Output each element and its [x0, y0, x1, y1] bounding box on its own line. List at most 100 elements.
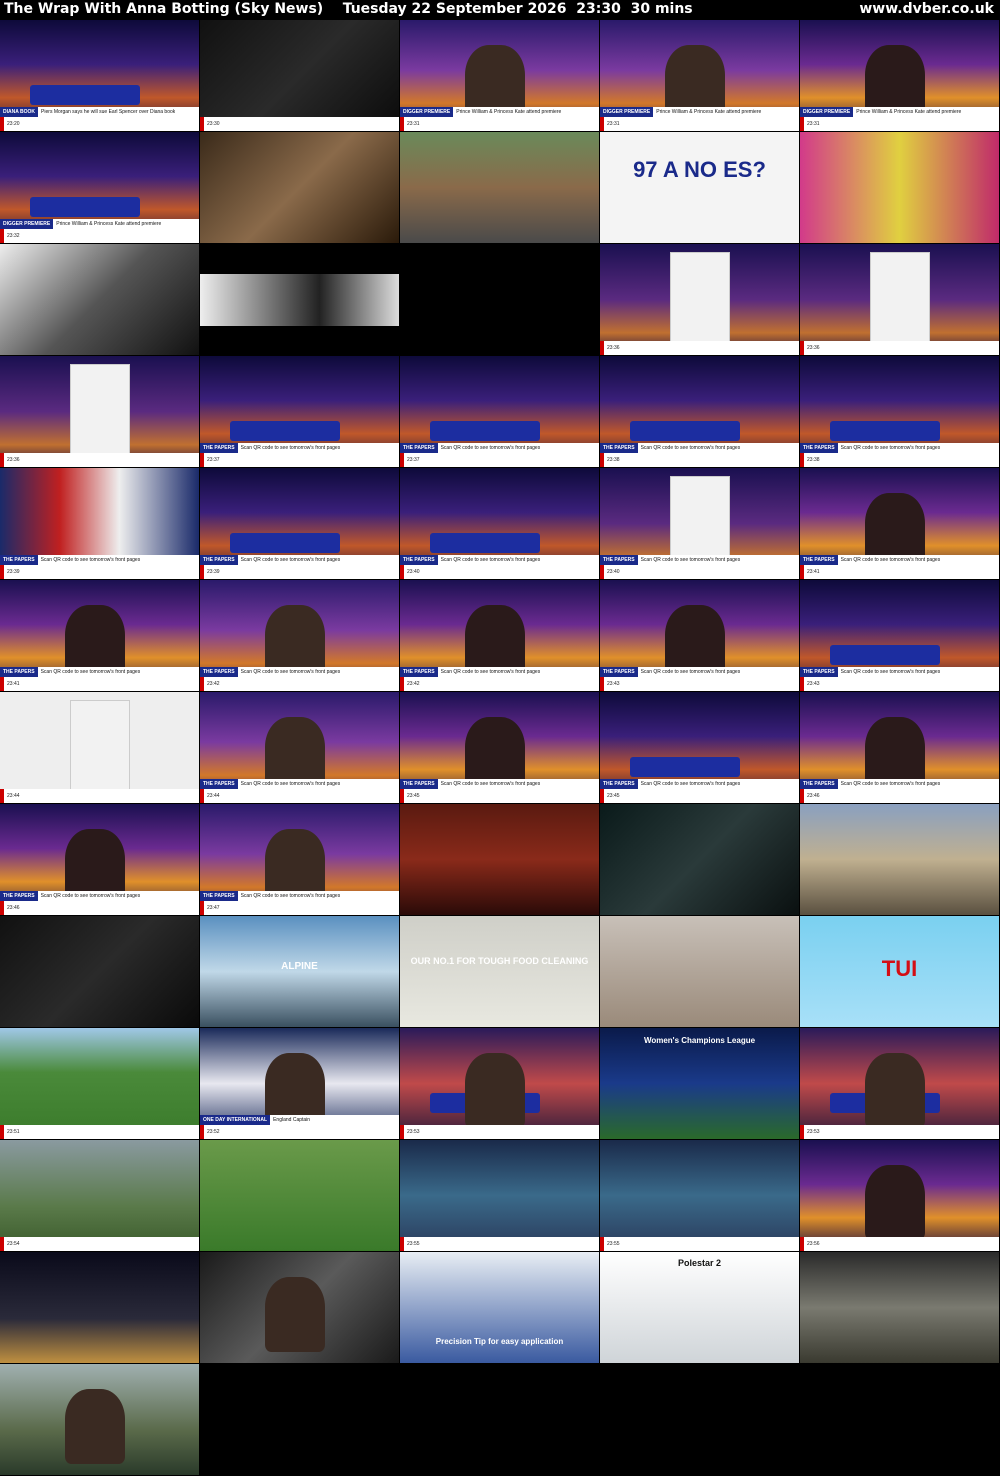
video-thumbnail[interactable]: THE PAPERS Scan QR code to see tomorrow's…: [200, 580, 399, 691]
video-thumbnail[interactable]: [800, 1252, 999, 1363]
video-thumbnail[interactable]: 23:30: [200, 20, 399, 131]
video-thumbnail[interactable]: THE PAPERS Scan QR code to see tomorrow's…: [200, 356, 399, 467]
ticker-time: 23:31: [407, 121, 420, 127]
video-thumbnail[interactable]: 97 A NO ES?: [600, 132, 799, 243]
presenter-figure: [865, 1053, 925, 1128]
video-thumbnail[interactable]: 23:36: [0, 356, 199, 467]
video-thumbnail[interactable]: THE PAPERS Scan QR code to see tomorrow's…: [600, 356, 799, 467]
ticker-time: 23:36: [807, 345, 820, 351]
video-thumbnail[interactable]: [600, 916, 799, 1027]
news-ticker: 23:36: [800, 341, 999, 355]
video-thumbnail[interactable]: THE PAPERS Scan QR code to see tomorrow's…: [200, 804, 399, 915]
lower-third-strap: THE PAPERS Scan QR code to see tomorrow's…: [200, 555, 399, 565]
presenter-figure: [465, 1053, 525, 1128]
video-thumbnail[interactable]: DIGGER PREMIERE Prince William & Princess…: [600, 20, 799, 131]
video-thumbnail[interactable]: [0, 916, 199, 1027]
video-thumbnail[interactable]: THE PAPERS Scan QR code to see tomorrow's…: [600, 468, 799, 579]
lower-third-strap: ONE DAY INTERNATIONAL England Captain: [200, 1115, 399, 1125]
news-ticker: 23:44: [0, 789, 199, 803]
thumbnail-image: [400, 132, 599, 243]
newspaper-front-page: [870, 252, 930, 342]
lower-third-strap: THE PAPERS Scan QR code to see tomorrow's…: [800, 555, 999, 565]
news-ticker: 23:31: [600, 117, 799, 131]
video-thumbnail[interactable]: DIGGER PREMIERE Prince William & Princess…: [400, 20, 599, 131]
video-thumbnail[interactable]: [400, 132, 599, 243]
video-thumbnail[interactable]: 23:36: [800, 244, 999, 355]
video-thumbnail[interactable]: TUI: [800, 916, 999, 1027]
news-ticker: 23:52: [200, 1125, 399, 1139]
ticker-time: 23:41: [7, 681, 20, 687]
video-thumbnail[interactable]: [0, 1364, 199, 1475]
video-thumbnail[interactable]: 23:53: [800, 1028, 999, 1139]
strap-label: THE PAPERS: [800, 779, 838, 789]
lower-third-strap: THE PAPERS Scan QR code to see tomorrow's…: [0, 667, 199, 677]
video-thumbnail[interactable]: Polestar 2: [600, 1252, 799, 1363]
strap-label: ONE DAY INTERNATIONAL: [200, 1115, 271, 1125]
video-thumbnail[interactable]: [400, 244, 599, 355]
video-thumbnail[interactable]: THE PAPERS Scan QR code to see tomorrow's…: [800, 580, 999, 691]
video-thumbnail[interactable]: [400, 804, 599, 915]
video-thumbnail[interactable]: THE PAPERS Scan QR code to see tomorrow's…: [0, 804, 199, 915]
thumbnail-headline: Polestar 2: [677, 1258, 722, 1268]
video-thumbnail[interactable]: THE PAPERS Scan QR code to see tomorrow's…: [400, 580, 599, 691]
ticker-time: 23:44: [207, 793, 220, 799]
strap-text: Scan QR code to see tomorrow's front pag…: [640, 781, 741, 787]
video-thumbnail[interactable]: THE PAPERS Scan QR code to see tomorrow's…: [0, 468, 199, 579]
lower-third-strap: THE PAPERS Scan QR code to see tomorrow's…: [200, 667, 399, 677]
ticker-time: 23:53: [807, 1129, 820, 1135]
strap-text: Scan QR code to see tomorrow's front pag…: [240, 781, 341, 787]
video-thumbnail[interactable]: THE PAPERS Scan QR code to see tomorrow's…: [400, 356, 599, 467]
site-link[interactable]: www.dvber.co.uk: [859, 1, 994, 17]
video-thumbnail[interactable]: [200, 1140, 399, 1251]
video-thumbnail[interactable]: 23:55: [600, 1140, 799, 1251]
video-thumbnail[interactable]: Women's Champions League: [600, 1028, 799, 1139]
ticker-time: 23:55: [607, 1241, 620, 1247]
video-thumbnail[interactable]: [0, 244, 199, 355]
news-ticker: 23:20: [0, 117, 199, 131]
strap-text: Scan QR code to see tomorrow's front pag…: [640, 557, 741, 563]
video-thumbnail[interactable]: [200, 244, 399, 355]
video-thumbnail[interactable]: ALPINE: [200, 916, 399, 1027]
video-thumbnail[interactable]: ONE DAY INTERNATIONAL England Captain 23:5…: [200, 1028, 399, 1139]
video-thumbnail[interactable]: [800, 132, 999, 243]
video-thumbnail[interactable]: [200, 1252, 399, 1363]
video-thumbnail[interactable]: THE PAPERS Scan QR code to see tomorrow's…: [800, 356, 999, 467]
thumbnail-image: [800, 1252, 999, 1363]
video-thumbnail[interactable]: THE PAPERS Scan QR code to see tomorrow's…: [600, 692, 799, 803]
video-thumbnail[interactable]: THE PAPERS Scan QR code to see tomorrow's…: [600, 580, 799, 691]
thumbnail-headline: Precision Tip for easy application: [435, 1337, 564, 1346]
thumbnail-image: [400, 916, 599, 1027]
video-thumbnail[interactable]: DIANA BOOK Piers Morgan says he will sue …: [0, 20, 199, 131]
video-thumbnail[interactable]: 23:36: [600, 244, 799, 355]
strap-label: DIGGER PREMIERE: [0, 219, 54, 229]
video-thumbnail[interactable]: 23:55: [400, 1140, 599, 1251]
thumbnail-image: [0, 916, 199, 1027]
video-thumbnail[interactable]: 23:54: [0, 1140, 199, 1251]
video-thumbnail[interactable]: 23:51: [0, 1028, 199, 1139]
video-thumbnail[interactable]: THE PAPERS Scan QR code to see tomorrow's…: [200, 692, 399, 803]
video-thumbnail[interactable]: 23:53: [400, 1028, 599, 1139]
video-thumbnail[interactable]: [800, 804, 999, 915]
video-thumbnail[interactable]: OUR NO.1 FOR TOUGH FOOD CLEANING: [400, 916, 599, 1027]
ticker-time: 23:46: [7, 905, 20, 911]
video-thumbnail[interactable]: 23:44: [0, 692, 199, 803]
video-thumbnail[interactable]: THE PAPERS Scan QR code to see tomorrow's…: [0, 580, 199, 691]
strap-text: Scan QR code to see tomorrow's front pag…: [240, 669, 341, 675]
video-thumbnail[interactable]: 23:56: [800, 1140, 999, 1251]
video-thumbnail[interactable]: THE PAPERS Scan QR code to see tomorrow's…: [400, 468, 599, 579]
video-thumbnail[interactable]: THE PAPERS Scan QR code to see tomorrow's…: [800, 692, 999, 803]
video-thumbnail[interactable]: [200, 132, 399, 243]
video-thumbnail[interactable]: DIGGER PREMIERE Prince William & Princess…: [800, 20, 999, 131]
video-thumbnail[interactable]: DIGGER PREMIERE Prince William & Princess…: [0, 132, 199, 243]
ticker-time: 23:54: [7, 1241, 20, 1247]
video-thumbnail[interactable]: THE PAPERS Scan QR code to see tomorrow's…: [800, 468, 999, 579]
video-thumbnail[interactable]: [600, 804, 799, 915]
video-thumbnail[interactable]: Precision Tip for easy application: [400, 1252, 599, 1363]
thumbnail-headline: Women's Champions League: [643, 1036, 756, 1045]
ticker-time: 23:53: [407, 1129, 420, 1135]
video-thumbnail[interactable]: THE PAPERS Scan QR code to see tomorrow's…: [200, 468, 399, 579]
strap-label: THE PAPERS: [400, 667, 438, 677]
video-thumbnail[interactable]: THE PAPERS Scan QR code to see tomorrow's…: [400, 692, 599, 803]
thumbnail-image: [400, 804, 599, 915]
video-thumbnail[interactable]: [0, 1252, 199, 1363]
